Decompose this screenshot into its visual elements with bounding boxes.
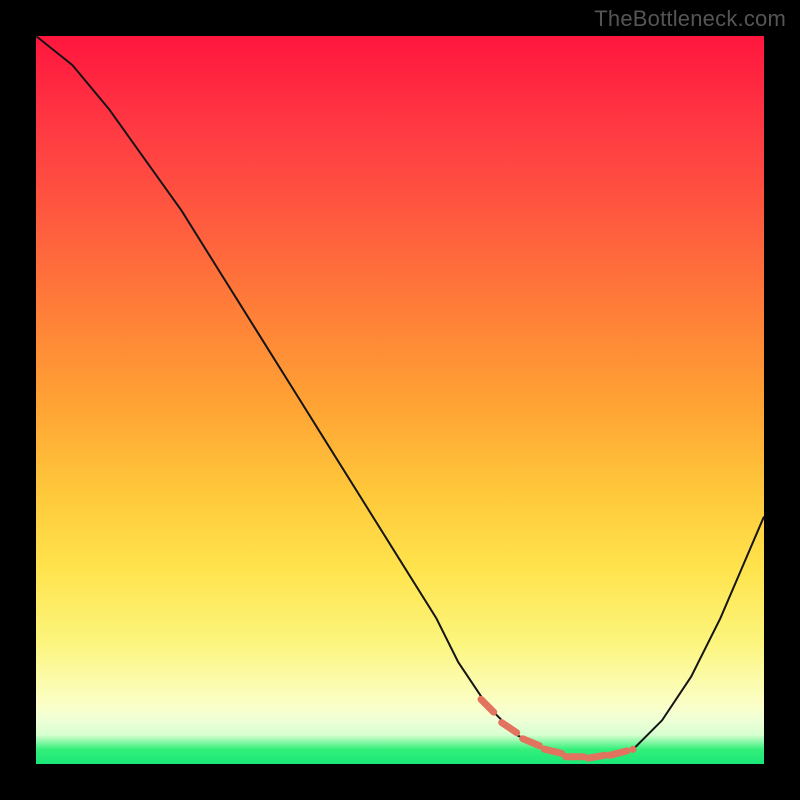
curve-path bbox=[36, 36, 764, 757]
bottleneck-curve bbox=[36, 36, 764, 764]
minimum-dash bbox=[502, 723, 517, 733]
plot-area bbox=[36, 36, 764, 764]
minimum-dashes bbox=[481, 699, 633, 758]
minimum-dash bbox=[481, 699, 494, 712]
watermark-text: TheBottleneck.com bbox=[594, 6, 786, 32]
minimum-dash bbox=[588, 755, 606, 758]
minimum-dash bbox=[610, 751, 627, 755]
chart-frame: TheBottleneck.com bbox=[0, 0, 800, 800]
minimum-dash bbox=[523, 739, 540, 746]
minimum-dash bbox=[544, 749, 562, 753]
